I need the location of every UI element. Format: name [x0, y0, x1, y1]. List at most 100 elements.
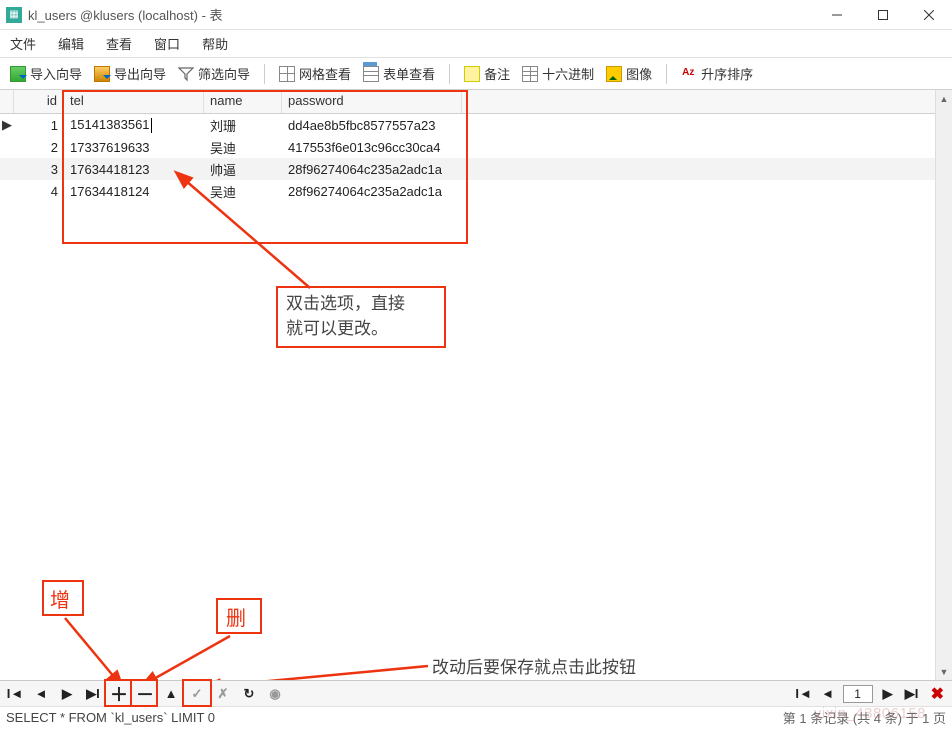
page-prev-button[interactable]: ◄ [819, 685, 837, 703]
cell-name[interactable]: 吴迪 [204, 136, 282, 159]
vertical-scrollbar[interactable]: ▲ ▼ [935, 90, 952, 680]
table-header: id tel name password [0, 90, 952, 114]
close-page-icon[interactable]: ✖ [931, 684, 944, 704]
import-icon [10, 66, 26, 82]
toolbar-separator [666, 64, 667, 84]
table-row[interactable]: 4 17634418124 吴迪 28f96274064c235a2adc1a [0, 180, 952, 202]
toolbar: 导入向导 导出向导 筛选向导 网格查看 表单查看 备注 十六进制 图像 Aᴢ 升… [0, 58, 952, 90]
nav-next-button[interactable]: ▶ [58, 685, 76, 703]
cell-tel[interactable]: 17337619633 [64, 138, 204, 157]
annotation-box-tip [276, 286, 446, 348]
import-wizard-button[interactable]: 导入向导 [6, 62, 86, 85]
status-sql: SELECT * FROM `kl_users` LIMIT 0 [6, 710, 783, 725]
nav-refresh-button[interactable]: ↻ [240, 685, 258, 703]
row-marker-header [0, 90, 14, 113]
text-cursor [151, 118, 152, 133]
cell-tel[interactable]: 15141383561 [64, 115, 204, 135]
filter-icon [178, 66, 194, 82]
note-button[interactable]: 备注 [460, 62, 514, 85]
cell-id[interactable]: 3 [14, 160, 64, 179]
col-header-name[interactable]: name [204, 90, 282, 113]
menu-window[interactable]: 窗口 [154, 34, 180, 53]
cell-id[interactable]: 2 [14, 138, 64, 157]
menu-view[interactable]: 查看 [106, 34, 132, 53]
nav-first-button[interactable]: I◄ [6, 685, 24, 703]
cell-name[interactable]: 吴迪 [204, 180, 282, 203]
hex-label: 十六进制 [542, 64, 594, 83]
menu-help[interactable]: 帮助 [202, 34, 228, 53]
note-icon [464, 66, 480, 82]
cell-password[interactable]: dd4ae8b5fbc8577557a23 [282, 116, 462, 135]
form-icon [363, 66, 379, 82]
nav-stop-button[interactable]: ◉ [266, 685, 284, 703]
note-label: 备注 [484, 64, 510, 83]
col-header-id[interactable]: id [14, 90, 64, 113]
export-wizard-button[interactable]: 导出向导 [90, 62, 170, 85]
minimize-button[interactable] [814, 0, 860, 30]
window-title: kl_users @klusers (localhost) - 表 [28, 5, 814, 24]
annotation-arrow-save [210, 660, 440, 680]
close-button[interactable] [906, 0, 952, 30]
annotation-save-tip: 改动后要保存就点击此按钮 [432, 655, 636, 680]
annotation-del-label: 删 [226, 602, 246, 631]
record-navbar: I◄ ◄ ▶ ▶I ＋ － ▲ ✓ ✗ ↻ ◉ I◄ ◄ 1 ▶ ▶I ✖ [0, 680, 952, 706]
nav-save-button[interactable]: ✓ [188, 685, 206, 703]
cell-tel[interactable]: 17634418124 [64, 182, 204, 201]
annotation-add-label: 增 [50, 584, 70, 613]
import-label: 导入向导 [30, 64, 82, 83]
menu-file[interactable]: 文件 [10, 34, 36, 53]
image-button[interactable]: 图像 [602, 62, 656, 85]
cell-id[interactable]: 1 [14, 116, 64, 135]
cell-password[interactable]: 417553f6e013c96cc30ca4 [282, 138, 462, 157]
page-first-button[interactable]: I◄ [795, 685, 813, 703]
page-last-button[interactable]: ▶I [903, 685, 921, 703]
nav-edit-button[interactable]: ▲ [162, 685, 180, 703]
scroll-up-icon[interactable]: ▲ [936, 90, 952, 107]
cell-tel[interactable]: 17634418123 [64, 160, 204, 179]
table-row[interactable]: 3 17634418123 帅逼 28f96274064c235a2adc1a [0, 158, 952, 180]
grid-icon [279, 66, 295, 82]
form-view-button[interactable]: 表单查看 [359, 62, 439, 85]
grid-label: 网格查看 [299, 64, 351, 83]
export-label: 导出向导 [114, 64, 166, 83]
hex-button[interactable]: 十六进制 [518, 62, 598, 85]
nav-last-button[interactable]: ▶I [84, 685, 102, 703]
cell-password[interactable]: 28f96274064c235a2adc1a [282, 160, 462, 179]
cell-id[interactable]: 4 [14, 182, 64, 201]
scroll-down-icon[interactable]: ▼ [936, 663, 952, 680]
maximize-button[interactable] [860, 0, 906, 30]
cell-password[interactable]: 28f96274064c235a2adc1a [282, 182, 462, 201]
sort-asc-button[interactable]: Aᴢ 升序排序 [677, 62, 757, 85]
export-icon [94, 66, 110, 82]
toolbar-separator [449, 64, 450, 84]
filter-wizard-button[interactable]: 筛选向导 [174, 62, 254, 85]
nav-add-button[interactable]: ＋ [110, 685, 128, 703]
status-record-info: 第 1 条记录 (共 4 条) 于 1 页 [783, 708, 946, 727]
menu-edit[interactable]: 编辑 [58, 34, 84, 53]
annotation-box-del [216, 598, 262, 634]
grid-view-button[interactable]: 网格查看 [275, 62, 355, 85]
annotation-arrow-add [55, 610, 155, 680]
table-row[interactable]: ▶ 1 15141383561 刘珊 dd4ae8b5fbc8577557a23 [0, 114, 952, 136]
form-label: 表单查看 [383, 64, 435, 83]
annotation-box-add [42, 580, 84, 616]
nav-cancel-button[interactable]: ✗ [214, 685, 232, 703]
annotation-arrow-del [140, 630, 240, 680]
sort-icon: Aᴢ [681, 66, 697, 82]
col-header-tel[interactable]: tel [64, 90, 204, 113]
table-area: id tel name password ▶ 1 15141383561 刘珊 … [0, 90, 952, 680]
annotation-tip-line2: 就可以更改。 [286, 316, 388, 342]
nav-delete-button[interactable]: － [136, 685, 154, 703]
page-next-button[interactable]: ▶ [879, 685, 897, 703]
nav-prev-button[interactable]: ◄ [32, 685, 50, 703]
page-number-input[interactable]: 1 [843, 685, 873, 703]
table-row[interactable]: 2 17337619633 吴迪 417553f6e013c96cc30ca4 [0, 136, 952, 158]
image-icon [606, 66, 622, 82]
statusbar: SELECT * FROM `kl_users` LIMIT 0 第 1 条记录… [0, 706, 952, 728]
col-header-password[interactable]: password [282, 90, 462, 113]
menubar: 文件 编辑 查看 窗口 帮助 [0, 30, 952, 58]
cell-name[interactable]: 刘珊 [204, 114, 282, 137]
cell-name[interactable]: 帅逼 [204, 158, 282, 181]
annotation-tip-line1: 双击选项，直接 [286, 291, 405, 317]
row-marker-icon: ▶ [0, 117, 14, 133]
